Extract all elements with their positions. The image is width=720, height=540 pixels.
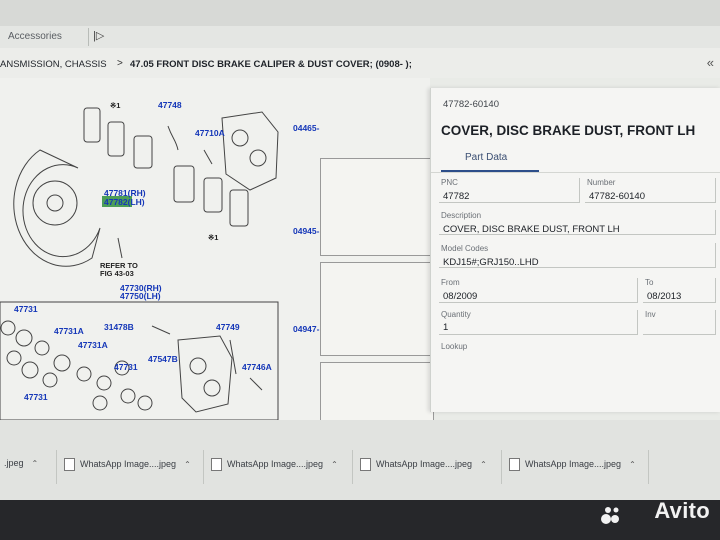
footnote-mark: ※1: [208, 233, 218, 242]
dust-cover-drawing: [13, 149, 101, 267]
tab-part-data[interactable]: Part Data: [465, 152, 507, 163]
diagram-label: 47710A: [195, 128, 225, 138]
part-detail-panel: 47782-60140 COVER, DISC BRAKE DUST, FRON…: [430, 88, 720, 412]
tab-divider: [88, 28, 89, 46]
avito-logo-icon: [601, 507, 619, 524]
pnc-label: PNC: [441, 178, 458, 187]
diagram-label: 47547B: [148, 354, 178, 364]
double-chevron-left-icon[interactable]: «: [707, 55, 714, 70]
breadcrumb: ANSMISSION, CHASSIS > 47.05 FRONT DISC B…: [0, 48, 720, 78]
tab-bar: Accessories |▷: [0, 26, 720, 49]
footnote-mark: ※1: [110, 101, 120, 110]
monitor-screen: Accessories |▷ ANSMISSION, CHASSIS > 47.…: [0, 0, 720, 500]
lookup-label: Lookup: [441, 342, 468, 351]
download-item[interactable]: WhatsApp Image....jpeg ⌃: [64, 458, 191, 476]
description-value: COVER, DISC BRAKE DUST, FRONT LH: [443, 224, 620, 235]
description-label: Description: [441, 211, 482, 220]
download-filename: WhatsApp Image....jpeg: [376, 458, 473, 469]
kit-label[interactable]: 04947-: [293, 324, 319, 334]
download-item[interactable]: WhatsApp Image....jpeg ⌃: [360, 458, 487, 476]
to-value: 08/2013: [647, 291, 682, 302]
breadcrumb-separator: >: [117, 58, 123, 69]
diagram-label: 47750(LH): [120, 291, 161, 301]
parts-diagram[interactable]: 47748 47710A 47781(RH) 47782(LH) 47730(R…: [0, 78, 434, 500]
diagram-label: 47731: [114, 362, 138, 372]
model-codes-label: Model Codes: [441, 244, 489, 253]
number-value: 47782-60140: [589, 191, 645, 202]
file-icon: [211, 458, 222, 471]
chevron-up-icon[interactable]: ⌃: [32, 459, 39, 468]
download-item[interactable]: WhatsApp Image....jpeg ⌃: [509, 458, 636, 476]
divider: [431, 172, 720, 173]
kit-label[interactable]: 04945-: [293, 226, 319, 236]
tab-accessories[interactable]: Accessories: [8, 31, 62, 42]
watermark: Avito: [654, 498, 710, 523]
file-icon: [360, 458, 371, 471]
downloads-bar: .jpeg ⌃ WhatsApp Image....jpeg ⌃ WhatsApp …: [0, 420, 720, 500]
download-divider: [648, 450, 649, 484]
breadcrumb-title: 47.05 FRONT DISC BRAKE CALIPER & DUST CO…: [130, 59, 412, 70]
chevron-up-icon[interactable]: ⌃: [480, 460, 487, 469]
part-number-header: 47782-60140: [443, 99, 499, 110]
diagram-label: 47731A: [54, 326, 84, 336]
diagram-label: 47731: [24, 392, 48, 402]
diagram-label: 47749: [216, 322, 240, 332]
refer-text: FIG 43-03: [100, 269, 134, 278]
from-value: 08/2009: [443, 291, 478, 302]
kit-thumbnail[interactable]: [320, 158, 434, 256]
diagram-label: 47731A: [78, 340, 108, 350]
diagram-label: 47748: [158, 100, 182, 110]
pnc-value: 47782: [443, 191, 470, 202]
file-icon: [509, 458, 520, 471]
quantity-value: 1: [443, 322, 449, 333]
download-divider: [501, 450, 502, 484]
part-title: COVER, DISC BRAKE DUST, FRONT LH: [441, 123, 696, 138]
chevron-up-icon[interactable]: ⌃: [331, 460, 338, 469]
browser-top-band: [0, 0, 720, 26]
download-filename: .jpeg: [4, 458, 24, 468]
download-item[interactable]: .jpeg ⌃: [4, 458, 38, 476]
kit-thumbnail[interactable]: [320, 262, 434, 356]
diagram-label-selected: 47782(LH): [104, 197, 145, 207]
download-filename: WhatsApp Image....jpeg: [525, 458, 622, 469]
download-filename: WhatsApp Image....jpeg: [227, 458, 324, 469]
chevron-up-icon[interactable]: ⌃: [184, 460, 191, 469]
model-codes-value: KDJ15#;GRJ150..LHD: [443, 257, 539, 268]
file-icon: [64, 458, 75, 471]
inv-label: Inv: [645, 310, 656, 319]
to-label: To: [645, 278, 654, 287]
download-divider: [56, 450, 57, 484]
kit-label[interactable]: 04465-: [293, 123, 319, 133]
download-divider: [352, 450, 353, 484]
diagram-label: 47746A: [242, 362, 272, 372]
chevron-up-icon[interactable]: ⌃: [629, 460, 636, 469]
quantity-label: Quantity: [441, 310, 471, 319]
diagram-label: 31478B: [104, 322, 134, 332]
download-filename: WhatsApp Image....jpeg: [80, 458, 177, 469]
download-divider: [203, 450, 204, 484]
open-panel-icon[interactable]: |▷: [93, 29, 104, 42]
download-item[interactable]: WhatsApp Image....jpeg ⌃: [211, 458, 338, 476]
diagram-label: 47731: [14, 304, 38, 314]
number-label: Number: [587, 178, 616, 187]
from-label: From: [441, 278, 460, 287]
breadcrumb-section[interactable]: ANSMISSION, CHASSIS: [0, 59, 107, 70]
